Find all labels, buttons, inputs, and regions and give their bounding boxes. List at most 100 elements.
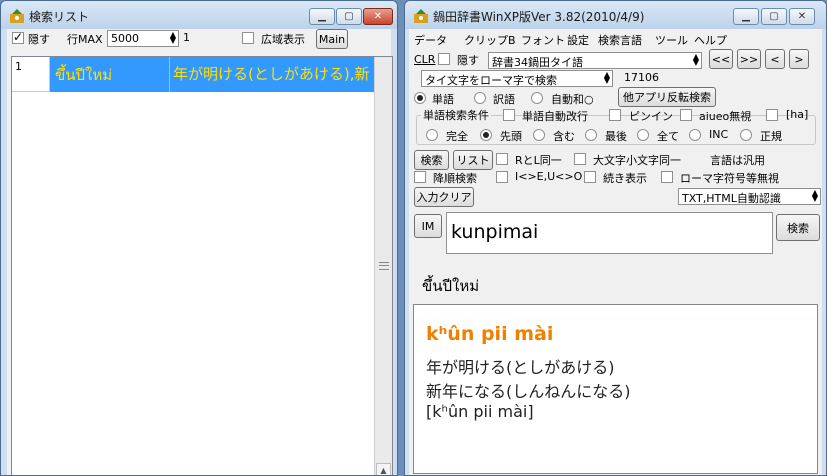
- result-panel: kʰûn pii mài 年が明ける(としがあける) 新年になる(しんねんになる…: [413, 304, 818, 474]
- menu-search-lang[interactable]: 検索言語: [598, 32, 642, 48]
- menu-font[interactable]: フォント: [521, 32, 565, 48]
- row-thai[interactable]: ขึ้นปีใหม่: [50, 57, 169, 92]
- spin-icon[interactable]: ▲ ▼: [170, 31, 176, 45]
- hide-checkbox[interactable]: [438, 53, 450, 65]
- close-button[interactable]: ✕: [789, 8, 815, 25]
- wide-checkbox[interactable]: [242, 32, 254, 44]
- headword: kʰûn pii mài: [426, 323, 554, 345]
- dictionary-select[interactable]: 辞書34鍋田タイ語 ▲ ▼: [488, 52, 702, 69]
- spin-icon[interactable]: ▲ ▼: [604, 71, 610, 85]
- dictionary-client: データ クリップB フォント 設定 検索言語 ツール ヘルプ CLR 隠す 辞書…: [409, 29, 822, 475]
- reverse-search-button[interactable]: 他アプリ反転検索: [618, 87, 716, 107]
- rl-same-checkbox[interactable]: [496, 153, 508, 165]
- aiueo-checkbox[interactable]: [680, 109, 692, 121]
- continue-checkbox[interactable]: [584, 171, 596, 183]
- meaning-line: [kʰûn pii mài]: [426, 402, 534, 421]
- nav-next-button[interactable]: >: [789, 49, 809, 69]
- rl-same-label: RとL同一: [515, 154, 562, 167]
- menu-tools[interactable]: ツール: [655, 32, 688, 48]
- descending-checkbox[interactable]: [414, 171, 426, 183]
- search-input[interactable]: kunpimai: [446, 212, 773, 254]
- meaning-line: 年が明ける(としがあける): [426, 358, 615, 377]
- list-client: 隠す 行MAX 5000 ▲▼ 1 広域表示 Main 1 ขึ้นปีใหม่…: [7, 29, 393, 475]
- match-suffix-label: 最後: [605, 130, 627, 143]
- table-row[interactable]: 1 ขึ้นปีใหม่ 年が明ける(としがあける),新: [12, 57, 376, 92]
- main-button[interactable]: Main: [316, 29, 348, 49]
- minimize-icon: ▁: [742, 10, 750, 22]
- rowmax-value: 5000: [111, 32, 139, 45]
- roman-ignore-checkbox[interactable]: [661, 171, 673, 183]
- close-button[interactable]: ✕: [363, 8, 393, 25]
- close-icon: ✕: [373, 10, 383, 22]
- scroll-up-icon[interactable]: ▲: [376, 463, 391, 475]
- minimize-button[interactable]: ▁: [309, 8, 335, 25]
- match-inc-label: INC: [709, 128, 729, 141]
- meaning-line: 新年になる(しんねんになる): [426, 382, 631, 401]
- match-full-label: 完全: [446, 130, 468, 143]
- rowmax-label: 行MAX: [67, 33, 103, 46]
- input-clear-button[interactable]: 入力クリア: [414, 187, 474, 207]
- case-same-label: 大文字小文字同一: [593, 154, 681, 167]
- close-icon: ✕: [797, 10, 807, 22]
- maximize-button[interactable]: ▢: [336, 8, 362, 25]
- search-go-button[interactable]: 検索: [776, 214, 820, 241]
- match-all-radio[interactable]: [637, 129, 649, 141]
- ha-label: [ha]: [786, 108, 809, 121]
- vertical-scrollbar[interactable]: ▲ ▼: [374, 57, 392, 475]
- condition-label: 単語検索条件: [421, 107, 491, 123]
- title-bar[interactable]: 鍋田辞書WinXP版Ver 3.82(2010/4/9) ▁ ▢ ✕: [405, 1, 826, 29]
- entry-count: 17106: [624, 71, 659, 84]
- auto-newline-checkbox[interactable]: [503, 109, 515, 121]
- nav-last-button[interactable]: >>: [737, 49, 761, 69]
- match-regex-label: 正規: [760, 130, 782, 143]
- search-mode-select[interactable]: タイ文字をローマ字で検索 ▲ ▼: [421, 70, 613, 87]
- minimize-button[interactable]: ▁: [733, 8, 759, 25]
- txt-mode-select[interactable]: TXT,HTML自動認識 ▲ ▼: [678, 188, 821, 205]
- hide-label: 隠す: [457, 54, 479, 67]
- match-regex-radio[interactable]: [740, 129, 752, 141]
- hide-checkbox[interactable]: [12, 30, 24, 44]
- menu-data[interactable]: データ: [414, 32, 447, 48]
- row-japanese[interactable]: 年が明ける(としがあける),新: [169, 57, 376, 92]
- radio-word-label: 単語: [432, 93, 454, 106]
- scroll-grip-icon[interactable]: [379, 262, 389, 270]
- match-prefix-radio[interactable]: [480, 129, 492, 141]
- search-button[interactable]: 検索: [414, 150, 449, 170]
- case-same-checkbox[interactable]: [574, 153, 586, 165]
- nav-prev-button[interactable]: <: [765, 49, 785, 69]
- menu-clip[interactable]: クリップB: [464, 32, 516, 48]
- spin-icon[interactable]: ▲ ▼: [693, 53, 699, 67]
- clr-label[interactable]: CLR: [414, 53, 435, 66]
- dictionary-value: 辞書34鍋田タイ語: [492, 56, 583, 69]
- descending-label: 降順検索: [433, 172, 477, 185]
- menu-help[interactable]: ヘルプ: [694, 32, 727, 48]
- radio-word[interactable]: [414, 92, 426, 104]
- title-bar[interactable]: 検索リスト ▁ ▢ ✕: [1, 1, 397, 29]
- im-button[interactable]: IM: [414, 214, 442, 238]
- menu-bar: データ クリップB フォント 設定 検索言語 ツール ヘルプ: [409, 29, 822, 48]
- menu-settings[interactable]: 設定: [567, 32, 589, 48]
- auto-newline-label: 単語自動改行: [522, 110, 588, 123]
- maximize-button[interactable]: ▢: [761, 8, 787, 25]
- match-suffix-radio[interactable]: [585, 129, 597, 141]
- wide-label: 広域表示: [261, 33, 305, 46]
- result-grid: 1 ขึ้นปีใหม่ 年が明ける(としがあける),新 ▲ ▼: [11, 56, 393, 475]
- row-number: 1: [12, 57, 50, 92]
- continue-label: 続き表示: [603, 172, 647, 185]
- match-full-radio[interactable]: [426, 129, 438, 141]
- radio-auto[interactable]: [531, 92, 543, 104]
- app-icon: [10, 9, 24, 23]
- pinyin-checkbox[interactable]: [609, 109, 621, 121]
- window-title: 鍋田辞書WinXP版Ver 3.82(2010/4/9): [433, 10, 645, 24]
- app-icon: [414, 9, 428, 23]
- nav-first-button[interactable]: <<: [709, 49, 733, 69]
- rowmax-input[interactable]: 5000 ▲ ▼: [107, 30, 179, 47]
- list-button[interactable]: リスト: [453, 150, 493, 170]
- match-inc-radio[interactable]: [689, 129, 701, 141]
- ke-checkbox[interactable]: [496, 171, 508, 183]
- spin-icon[interactable]: ▲ ▼: [812, 189, 818, 203]
- language-note: 言語は汎用: [710, 154, 765, 167]
- ha-checkbox[interactable]: [766, 109, 778, 121]
- match-contains-radio[interactable]: [533, 129, 545, 141]
- radio-translation[interactable]: [474, 92, 486, 104]
